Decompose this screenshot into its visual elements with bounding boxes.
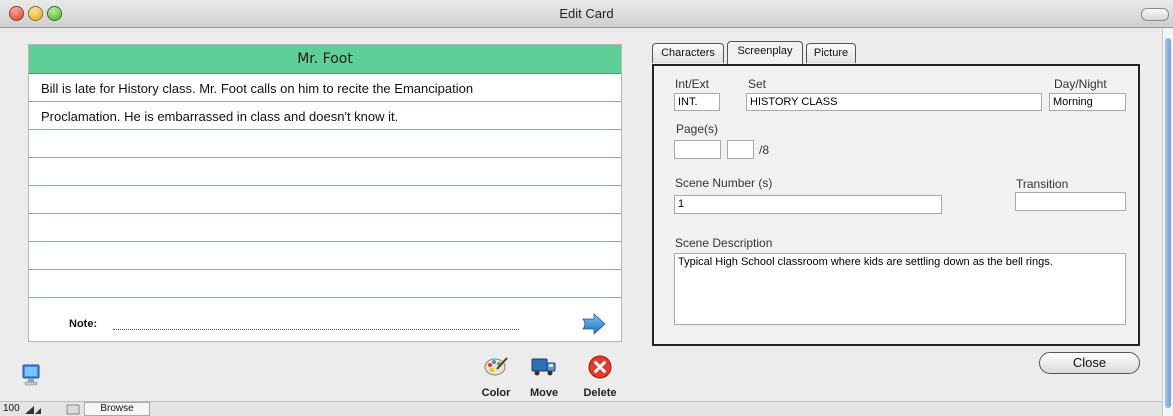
next-arrow-icon[interactable] <box>581 313 607 335</box>
card-header[interactable]: Mr. Foot <box>29 45 621 74</box>
pages-whole-field[interactable] <box>674 140 721 159</box>
scene-description-field[interactable]: Typical High School classroom where kids… <box>674 253 1126 325</box>
move-truck-icon <box>531 358 556 376</box>
pages-suffix: /8 <box>759 143 770 157</box>
zoom-slider-icon[interactable] <box>24 404 42 415</box>
delete-button[interactable]: Delete <box>578 355 622 399</box>
day-night-label: Day/Night <box>1054 77 1107 91</box>
pages-eighths-field[interactable] <box>727 140 754 159</box>
toolbar-toggle-button[interactable] <box>1141 8 1169 21</box>
title-bar: Edit Card <box>0 0 1173 28</box>
set-label: Set <box>748 77 767 91</box>
card-line[interactable]: Bill is late for History class. Mr. Foot… <box>29 74 621 102</box>
card-line[interactable] <box>29 130 621 158</box>
scene-number-label: Scene Number (s) <box>675 176 773 190</box>
delete-button-label: Delete <box>583 387 617 399</box>
pages-label: Page(s) <box>676 122 719 136</box>
day-night-field[interactable]: Morning <box>1049 93 1126 111</box>
move-button[interactable]: Move <box>522 355 566 399</box>
transition-field[interactable] <box>1015 192 1126 211</box>
tab-characters[interactable]: Characters <box>652 43 724 63</box>
computer-icon[interactable] <box>22 364 40 388</box>
status-toggle-icon[interactable] <box>66 404 80 415</box>
card-line[interactable] <box>29 186 621 214</box>
mode-browse-button[interactable]: Browse <box>84 402 150 416</box>
zoom-level[interactable]: 100 <box>3 403 20 414</box>
card-line[interactable]: Proclamation. He is embarrassed in class… <box>29 102 621 130</box>
color-button[interactable]: Color <box>474 355 518 399</box>
close-button[interactable]: Close <box>1039 352 1140 374</box>
index-card: Mr. Foot Bill is late for History class.… <box>28 44 622 342</box>
delete-x-icon <box>588 355 612 379</box>
card-line[interactable] <box>29 214 621 242</box>
note-label: Note: <box>69 318 98 330</box>
set-field[interactable]: HISTORY CLASS <box>746 93 1042 111</box>
move-button-label: Move <box>529 387 559 399</box>
card-line[interactable] <box>29 242 621 270</box>
transition-label: Transition <box>1016 177 1069 191</box>
window-title: Edit Card <box>559 6 614 21</box>
card-line[interactable] <box>29 270 621 298</box>
color-button-label: Color <box>481 387 511 399</box>
note-field[interactable] <box>113 329 519 330</box>
status-bar: 100 Browse <box>0 401 1162 416</box>
card-line[interactable] <box>29 158 621 186</box>
int-ext-label: Int/Ext <box>675 77 710 91</box>
note-row: Note: <box>29 307 621 341</box>
scene-description-label: Scene Description <box>675 236 773 250</box>
tab-screenplay[interactable]: Screenplay <box>727 41 803 64</box>
vertical-scrollbar[interactable] <box>1162 28 1173 416</box>
int-ext-field[interactable]: INT. <box>674 93 720 111</box>
scene-number-field[interactable]: 1 <box>674 195 942 214</box>
palette-icon <box>484 357 508 376</box>
tab-picture[interactable]: Picture <box>806 43 856 63</box>
scrollbar-thumb[interactable] <box>1165 38 1171 408</box>
